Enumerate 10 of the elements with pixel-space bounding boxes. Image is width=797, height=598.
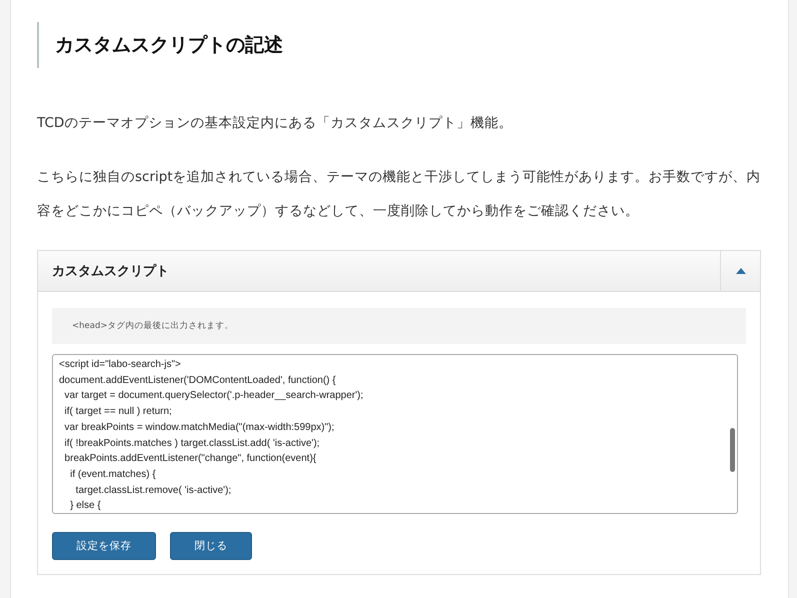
- code-field[interactable]: <script id="labo-search-js"> document.addEventListener('DOMContentLoaded', function() { var target = document.querySelector('.p-header__search-wrapper'); if( target == null ) return; var breakPoints = window.matchMedia("(max-width:599px)"); if( !breakPoints.matches ) target.classList.add( 'is-active'); breakPoints.addEventListener("change", function(event){ if (event.matches) { target.classList.remove( 'is-active'); } else {: [52, 354, 738, 514]
- body-paragraph: TCDのテーマオプションの基本設定内にある「カスタムスクリプト」機能。: [37, 114, 514, 133]
- caret-icon: [736, 268, 746, 274]
- panel-title: カスタムスクリプト: [51, 262, 170, 280]
- body-paragraph: こちらに独自のscriptを追加されている場合、テーマの機能と干渉してしまう可能性があります。お手数ですが、内容をどこかにコピペ（バックアップ）するなどして、一度削除してから動作をご確認ください。: [37, 168, 761, 221]
- info-note: <head>タグ内の最後に出力されます。: [52, 308, 746, 344]
- action-button[interactable]: 閉じる: [170, 532, 252, 560]
- section-heading: カスタムスクリプトの記述: [37, 22, 761, 68]
- action-button[interactable]: 設定を保存: [52, 532, 156, 560]
- scrollbar-thumb[interactable]: [730, 428, 735, 472]
